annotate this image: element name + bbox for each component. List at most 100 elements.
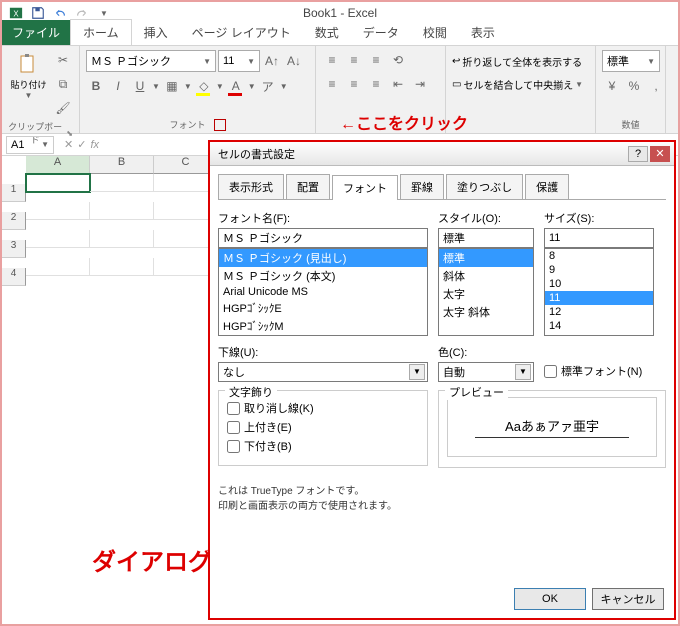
tab-view[interactable]: 表示 — [459, 20, 507, 45]
font-color-button[interactable]: A — [226, 76, 246, 96]
dlg-tab-font[interactable]: フォント — [332, 175, 398, 200]
font-dialog-launcher[interactable] — [214, 119, 226, 131]
help-button[interactable]: ? — [628, 146, 648, 162]
copy-icon[interactable]: ⧉ — [53, 74, 73, 94]
enter-icon[interactable]: ✓ — [77, 138, 86, 151]
checkbox-icon[interactable] — [227, 402, 240, 415]
tab-file[interactable]: ファイル — [2, 20, 70, 45]
list-item[interactable]: Arial Unicode MS — [219, 285, 427, 299]
chevron-down-icon[interactable]: ▼ — [248, 82, 256, 91]
paste-button[interactable]: 貼り付け ▼ — [8, 50, 49, 100]
decrease-font-icon[interactable]: A↓ — [284, 51, 304, 71]
list-item[interactable]: ＭＳ Ｐゴシック (本文) — [219, 267, 427, 285]
list-item[interactable]: 太字 — [439, 285, 533, 303]
chevron-down-icon[interactable]: ▼ — [152, 82, 160, 91]
list-item[interactable]: HGP教科書体 — [219, 335, 427, 336]
list-item[interactable]: 9 — [545, 263, 653, 277]
phonetic-button[interactable]: ア — [258, 76, 278, 96]
cell[interactable] — [26, 258, 90, 276]
cut-icon[interactable]: ✂ — [53, 50, 73, 70]
subscript-checkbox[interactable]: 下付き(B) — [227, 438, 419, 454]
list-item[interactable]: 標準 — [439, 249, 533, 267]
row-header[interactable]: 1 — [2, 184, 26, 202]
row-header[interactable]: 4 — [2, 268, 26, 286]
launcher-icon[interactable]: ⬊ — [66, 129, 73, 138]
italic-button[interactable]: I — [108, 76, 128, 96]
bold-button[interactable]: B — [86, 76, 106, 96]
list-item[interactable]: HGPｺﾞｼｯｸE — [219, 299, 427, 317]
wrap-text-button[interactable]: ↩折り返して全体を表示する — [452, 54, 582, 69]
close-button[interactable]: ✕ — [650, 146, 670, 162]
fill-color-button[interactable]: ◇ — [194, 76, 214, 96]
chevron-down-icon[interactable]: ▼ — [184, 82, 192, 91]
border-button[interactable]: ▦ — [162, 76, 182, 96]
dlg-tab-alignment[interactable]: 配置 — [286, 174, 330, 199]
list-item[interactable]: 12 — [545, 305, 653, 319]
list-item[interactable]: 10 — [545, 277, 653, 291]
cancel-icon[interactable]: ✕ — [64, 138, 73, 151]
chevron-down-icon[interactable]: ▼ — [216, 82, 224, 91]
size-input[interactable] — [544, 228, 654, 248]
cell[interactable] — [90, 202, 154, 220]
align-middle-icon[interactable]: ≡ — [344, 50, 364, 70]
dialog-titlebar[interactable]: セルの書式設定 ? ✕ — [210, 142, 674, 166]
format-painter-icon[interactable]: 🖌 — [53, 98, 73, 118]
tab-formulas[interactable]: 数式 — [303, 20, 351, 45]
font-size-combo[interactable]: 11▼ — [218, 50, 260, 72]
dlg-tab-fill[interactable]: 塗りつぶし — [446, 174, 523, 199]
chevron-down-icon[interactable]: ▼ — [280, 82, 288, 91]
align-center-icon[interactable]: ≡ — [344, 74, 364, 94]
col-header[interactable]: B — [90, 156, 154, 174]
align-right-icon[interactable]: ≡ — [366, 74, 386, 94]
list-item[interactable]: 11 — [545, 291, 653, 305]
indent-increase-icon[interactable]: ⇥ — [410, 74, 430, 94]
cell[interactable] — [90, 174, 154, 192]
list-item[interactable]: HGPｺﾞｼｯｸM — [219, 317, 427, 335]
style-list[interactable]: 標準 斜体 太字 太字 斜体 — [438, 248, 534, 336]
comma-icon[interactable]: , — [646, 76, 666, 96]
color-combo[interactable]: 自動▼ — [438, 362, 534, 382]
cell[interactable] — [90, 258, 154, 276]
align-top-icon[interactable]: ≡ — [322, 50, 342, 70]
currency-icon[interactable]: ¥ — [602, 76, 622, 96]
list-item[interactable]: 斜体 — [439, 267, 533, 285]
underline-combo[interactable]: なし▼ — [218, 362, 428, 382]
ok-button[interactable]: OK — [514, 588, 586, 610]
indent-decrease-icon[interactable]: ⇤ — [388, 74, 408, 94]
merge-center-button[interactable]: ▭セルを結合して中央揃え▼ — [452, 77, 583, 92]
superscript-checkbox[interactable]: 上付き(E) — [227, 419, 419, 435]
cancel-button[interactable]: キャンセル — [592, 588, 664, 610]
cell[interactable] — [26, 230, 90, 248]
font-name-list[interactable]: ＭＳ Ｐゴシック (見出し) ＭＳ Ｐゴシック (本文) Arial Unico… — [218, 248, 428, 336]
underline-button[interactable]: U — [130, 76, 150, 96]
tab-page-layout[interactable]: ページ レイアウト — [180, 20, 303, 45]
tab-review[interactable]: 校閲 — [411, 20, 459, 45]
row-header[interactable]: 3 — [2, 240, 26, 258]
normal-font-checkbox[interactable]: 標準フォント(N) — [544, 363, 664, 379]
cell[interactable] — [26, 202, 90, 220]
row-header[interactable]: 2 — [2, 212, 26, 230]
align-bottom-icon[interactable]: ≡ — [366, 50, 386, 70]
align-left-icon[interactable]: ≡ — [322, 74, 342, 94]
list-item[interactable]: ＭＳ Ｐゴシック (見出し) — [219, 249, 427, 267]
font-name-input[interactable] — [218, 228, 428, 248]
percent-icon[interactable]: % — [624, 76, 644, 96]
list-item[interactable]: 14 — [545, 319, 653, 333]
list-item[interactable]: 太字 斜体 — [439, 303, 533, 321]
tab-insert[interactable]: 挿入 — [132, 20, 180, 45]
dlg-tab-number[interactable]: 表示形式 — [218, 174, 284, 199]
name-box[interactable]: A1▼ — [6, 136, 54, 154]
save-icon[interactable] — [30, 5, 46, 21]
increase-font-icon[interactable]: A↑ — [262, 51, 282, 71]
cell[interactable] — [26, 174, 90, 192]
tab-home[interactable]: ホーム — [70, 19, 132, 45]
dlg-tab-protection[interactable]: 保護 — [525, 174, 569, 199]
list-item[interactable]: 8 — [545, 249, 653, 263]
font-name-combo[interactable]: ＭＳ Ｐゴシック▼ — [86, 50, 216, 72]
strike-checkbox[interactable]: 取り消し線(K) — [227, 400, 419, 416]
cell[interactable] — [90, 230, 154, 248]
number-format-combo[interactable]: 標準▼ — [602, 50, 660, 72]
checkbox-icon[interactable] — [227, 440, 240, 453]
size-list[interactable]: 8 9 10 11 12 14 — [544, 248, 654, 336]
dlg-tab-border[interactable]: 罫線 — [400, 174, 444, 199]
